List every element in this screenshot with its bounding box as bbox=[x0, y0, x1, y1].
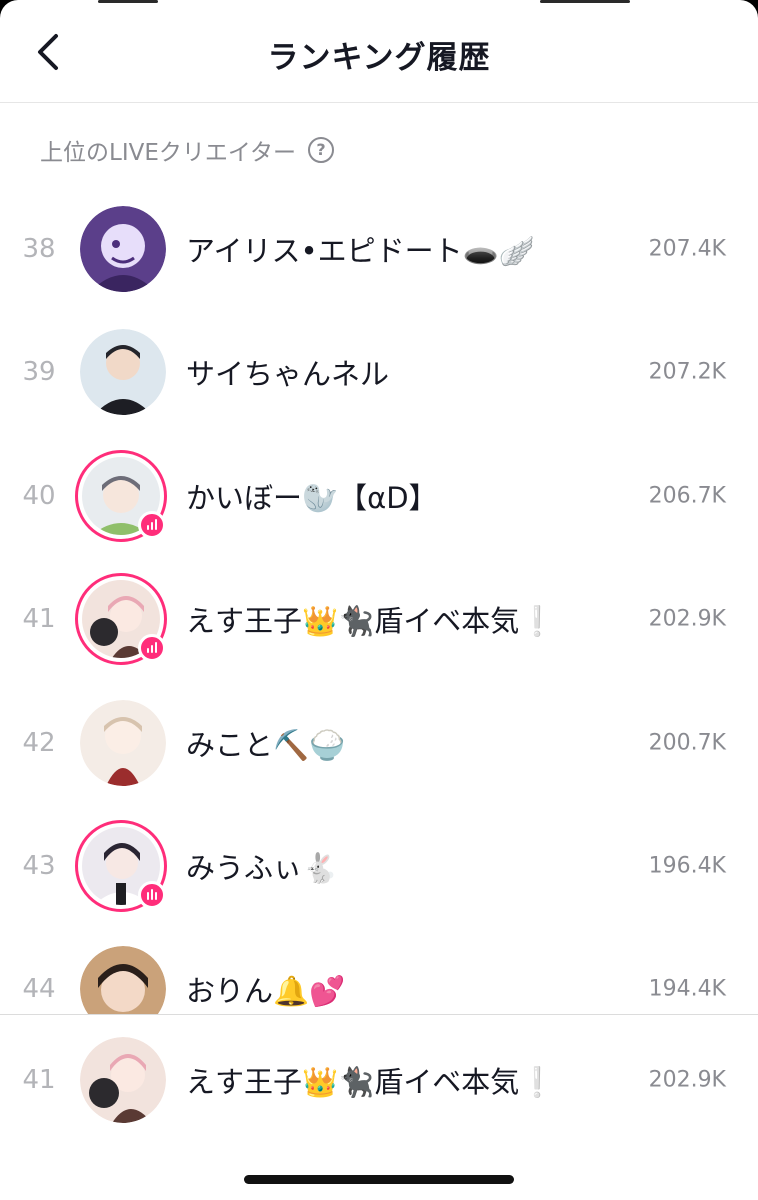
score: 206.7K bbox=[648, 483, 726, 509]
creator-name: えす王子👑🐈‍⬛盾イベ本気❕ bbox=[186, 1065, 556, 1099]
home-indicator[interactable] bbox=[244, 1175, 514, 1184]
rank-number: 38 bbox=[22, 234, 56, 264]
rank-number: 41 bbox=[22, 604, 56, 634]
score: 207.4K bbox=[648, 236, 726, 262]
section-heading: 上位のLIVEクリエイター ? bbox=[40, 133, 334, 167]
rank-number: 44 bbox=[22, 974, 56, 1004]
ranking-row[interactable]: 41 えす王子👑🐈‍⬛盾イベ本気❕ 202.9K bbox=[0, 569, 758, 669]
avatar-image bbox=[80, 329, 166, 415]
help-icon[interactable]: ? bbox=[307, 137, 334, 163]
ranking-row-self[interactable]: 41 えす王子👑🐈‍⬛盾イベ本気❕ 202.9K bbox=[0, 1030, 758, 1130]
header: ランキング履歴 bbox=[0, 0, 758, 103]
score: 200.7K bbox=[648, 730, 726, 756]
rank-number: 41 bbox=[22, 1065, 56, 1095]
avatar[interactable] bbox=[75, 820, 167, 912]
creator-name: おりん🔔💕 bbox=[186, 974, 346, 1008]
rank-number: 42 bbox=[22, 728, 56, 758]
score: 194.4K bbox=[648, 976, 726, 1002]
avatar[interactable] bbox=[75, 450, 167, 542]
live-indicator-icon bbox=[138, 634, 166, 662]
avatar[interactable] bbox=[80, 1037, 166, 1123]
avatar[interactable] bbox=[80, 206, 166, 292]
rank-number: 39 bbox=[22, 357, 56, 387]
live-indicator-icon bbox=[138, 881, 166, 909]
current-user-ranking: 41 えす王子👑🐈‍⬛盾イベ本気❕ 202.9K bbox=[0, 1014, 758, 1145]
live-indicator-icon bbox=[138, 511, 166, 539]
creator-name: アイリス•エピドート🕳️🪽 bbox=[186, 234, 535, 268]
rank-number: 40 bbox=[22, 481, 56, 511]
ranking-row[interactable]: 40 かいぼー🦭【αD】 206.7K bbox=[0, 446, 758, 546]
page-title: ランキング履歴 bbox=[267, 40, 491, 76]
avatar[interactable] bbox=[75, 573, 167, 665]
avatar[interactable] bbox=[80, 329, 166, 415]
creator-name: かいぼー🦭【αD】 bbox=[186, 481, 438, 515]
section-label: 上位のLIVEクリエイター bbox=[40, 140, 296, 166]
creator-name: みこと⛏️🍚 bbox=[186, 728, 346, 762]
ranking-row[interactable]: 38 アイリス•エピドート🕳️🪽 207.4K bbox=[0, 199, 758, 299]
ranking-history-sheet: ランキング履歴 上位のLIVEクリエイター ? 38 アイリス•エピドート🕳️🪽… bbox=[0, 0, 758, 1200]
creator-name: サイちゃんネル bbox=[186, 357, 390, 391]
score: 202.9K bbox=[648, 1067, 726, 1093]
avatar-image bbox=[80, 700, 166, 786]
avatar[interactable] bbox=[80, 700, 166, 786]
avatar-image bbox=[80, 1037, 166, 1123]
ranking-row[interactable]: 42 みこと⛏️🍚 200.7K bbox=[0, 693, 758, 793]
rank-number: 43 bbox=[22, 851, 56, 881]
ranking-row[interactable]: 43 みうふぃ🐇 196.4K bbox=[0, 816, 758, 916]
score: 207.2K bbox=[648, 359, 726, 385]
ranking-row[interactable]: 39 サイちゃんネル 207.2K bbox=[0, 322, 758, 422]
creator-name: みうふぃ🐇 bbox=[186, 851, 339, 885]
score: 196.4K bbox=[648, 853, 726, 879]
score: 202.9K bbox=[648, 606, 726, 632]
avatar-image bbox=[80, 206, 166, 292]
creator-name: えす王子👑🐈‍⬛盾イベ本気❕ bbox=[186, 604, 556, 638]
